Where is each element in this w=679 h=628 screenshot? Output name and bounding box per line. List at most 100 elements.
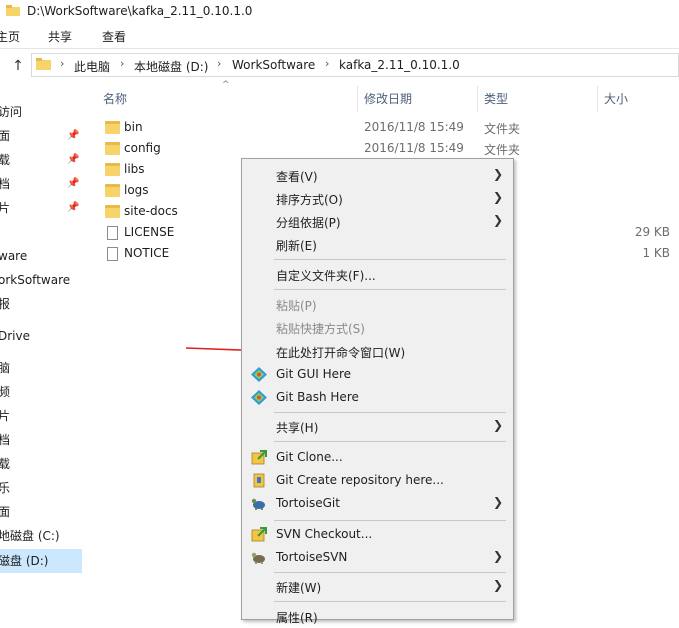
menu-item-label: 分组依据(P): [276, 216, 341, 230]
column-header-name[interactable]: 名称: [103, 90, 127, 107]
nav-item-downloads[interactable]: 载: [0, 149, 10, 171]
menu-item-label: Git GUI Here: [276, 367, 352, 381]
file-name: NOTICE: [124, 246, 170, 260]
menu-item-view[interactable]: 查看(V) ❯: [242, 164, 513, 187]
menu-item-share[interactable]: 共享(H) ❯: [242, 415, 513, 438]
menu-item-sort[interactable]: 排序方式(O) ❯: [242, 187, 513, 210]
nav-item-downloads-pc[interactable]: 载: [0, 453, 10, 475]
folder-icon: [105, 163, 120, 176]
file-type: 文件夹: [484, 143, 521, 157]
navigation-pane: 访问 面 📌 载 📌 档 📌 片 📌 ware orkSoftware 报 Dr…: [0, 0, 90, 620]
menu-item-tortoisesvn[interactable]: TortoiseSVN ❯: [242, 546, 513, 569]
column-divider[interactable]: [477, 86, 478, 112]
nav-item-this-pc[interactable]: 脑: [0, 357, 10, 379]
menu-separator: [274, 289, 506, 290]
nav-item-onedrive[interactable]: Drive: [0, 325, 30, 347]
nav-item-worksoftware[interactable]: orkSoftware: [0, 269, 70, 291]
breadcrumb-worksoftware[interactable]: WorkSoftware: [232, 58, 315, 72]
nav-item-pictures-pc[interactable]: 片: [0, 405, 10, 427]
menu-item-label: 自定义文件夹(F)...: [276, 269, 376, 283]
menu-item-open-command-window[interactable]: 在此处打开命令窗口(W): [242, 340, 513, 363]
file-name: libs: [124, 162, 145, 176]
menu-item-label: 新建(W): [276, 581, 322, 595]
file-size: 29 KB: [634, 225, 670, 239]
nav-item-documents[interactable]: 档: [0, 173, 10, 195]
git-gui-icon: [251, 367, 267, 382]
file-name: logs: [124, 183, 149, 197]
menu-item-label: 共享(H): [276, 421, 319, 435]
menu-item-paste-shortcut[interactable]: 粘贴快捷方式(S): [242, 316, 513, 339]
git-clone-icon: [251, 450, 267, 465]
menu-separator: [274, 572, 506, 573]
chevron-right-icon: ❯: [492, 213, 503, 227]
nav-item-drive-c[interactable]: 地磁盘 (C:): [0, 525, 60, 547]
address-bar[interactable]: › 此电脑 › 本地磁盘 (D:) › WorkSoftware › kafka…: [31, 53, 679, 77]
menu-item-new[interactable]: 新建(W) ❯: [242, 575, 513, 598]
chevron-right-icon: ❯: [492, 190, 503, 204]
file-row[interactable]: config 2016/11/8 15:49 文件夹: [100, 139, 679, 160]
chevron-right-icon[interactable]: ›: [217, 57, 221, 70]
menu-separator: [274, 441, 506, 442]
file-size: 1 KB: [642, 246, 670, 260]
menu-item-tortoisegit[interactable]: TortoiseGit ❯: [242, 492, 513, 515]
column-header-type[interactable]: 类型: [484, 90, 508, 107]
column-divider[interactable]: [357, 86, 358, 112]
pin-icon: 📌: [67, 202, 80, 213]
menu-item-label: 排序方式(O): [276, 193, 343, 207]
menu-item-label: 粘贴快捷方式(S): [276, 322, 365, 336]
tab-view[interactable]: 查看: [102, 28, 126, 45]
nav-item-desktop-pc[interactable]: 面: [0, 501, 10, 523]
menu-item-git-create-repo[interactable]: Git Create repository here...: [242, 469, 513, 492]
menu-item-refresh[interactable]: 刷新(E): [242, 233, 513, 256]
menu-item-properties[interactable]: 属性(R): [242, 605, 513, 628]
nav-item-videos[interactable]: 频: [0, 381, 10, 403]
menu-item-label: TortoiseSVN: [276, 550, 348, 564]
file-date: 2016/11/8 15:49: [364, 141, 464, 155]
menu-item-label: 查看(V): [276, 170, 318, 184]
menu-item-customize[interactable]: 自定义文件夹(F)...: [242, 263, 513, 286]
menu-item-git-gui[interactable]: Git GUI Here: [242, 363, 513, 386]
breadcrumb-kafka[interactable]: kafka_2.11_0.10.1.0: [339, 58, 460, 72]
nav-item-software[interactable]: ware: [0, 245, 27, 267]
folder-icon: [105, 205, 120, 218]
menu-item-label: 属性(R): [276, 611, 318, 625]
file-icon: [107, 247, 118, 261]
menu-item-git-clone[interactable]: Git Clone...: [242, 446, 513, 469]
tortoisesvn-icon: [251, 550, 267, 565]
context-menu: 查看(V) ❯ 排序方式(O) ❯ 分组依据(P) ❯ 刷新(E) 自定义文件夹…: [241, 158, 514, 625]
column-divider[interactable]: [597, 86, 598, 112]
menu-item-label: 粘贴(P): [276, 299, 317, 313]
pin-icon: 📌: [67, 154, 80, 165]
chevron-right-icon[interactable]: ›: [325, 57, 329, 70]
file-row[interactable]: bin 2016/11/8 15:49 文件夹: [100, 118, 679, 139]
chevron-right-icon: ❯: [492, 495, 503, 509]
nav-item-drive-d[interactable]: 磁盘 (D:): [0, 550, 48, 572]
sort-ascending-icon: ^: [222, 80, 230, 90]
file-date: 2016/11/8 15:49: [364, 120, 464, 134]
git-bash-icon: [251, 390, 267, 405]
menu-separator: [274, 259, 506, 260]
nav-item-pictures[interactable]: 片: [0, 197, 10, 219]
nav-item-music[interactable]: 乐: [0, 477, 10, 499]
chevron-right-icon[interactable]: ›: [120, 57, 124, 70]
nav-item-report[interactable]: 报: [0, 293, 10, 315]
menu-item-label: 在此处打开命令窗口(W): [276, 346, 406, 360]
chevron-right-icon: ❯: [492, 578, 503, 592]
breadcrumb-drive-d[interactable]: 本地磁盘 (D:): [134, 58, 208, 75]
folder-icon: [105, 121, 120, 134]
folder-icon: [105, 142, 120, 155]
menu-item-group[interactable]: 分组依据(P) ❯: [242, 210, 513, 233]
menu-item-git-bash[interactable]: Git Bash Here: [242, 386, 513, 409]
column-header-size[interactable]: 大小: [604, 90, 628, 107]
column-header-date[interactable]: 修改日期: [364, 90, 412, 107]
menu-item-label: Git Clone...: [276, 450, 343, 464]
pin-icon: 📌: [67, 130, 80, 141]
tortoisegit-icon: [251, 496, 267, 511]
nav-item-quick-access[interactable]: 访问: [0, 101, 22, 123]
svn-checkout-icon: [251, 527, 267, 542]
nav-item-desktop[interactable]: 面: [0, 125, 10, 147]
nav-item-documents-pc[interactable]: 档: [0, 429, 10, 451]
menu-item-svn-checkout[interactable]: SVN Checkout...: [242, 523, 513, 546]
file-type: 文件夹: [484, 122, 521, 136]
menu-item-paste[interactable]: 粘贴(P): [242, 293, 513, 316]
